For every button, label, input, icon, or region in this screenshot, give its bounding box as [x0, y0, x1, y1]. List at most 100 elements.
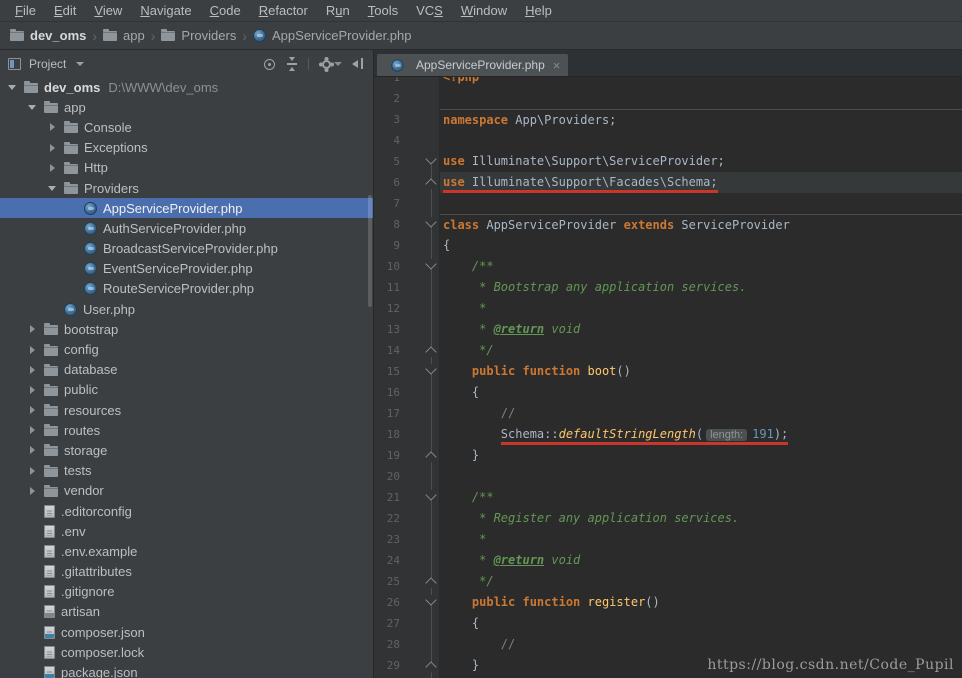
- tree-item-config[interactable]: config: [0, 339, 373, 359]
- tree-expand-arrow-icon[interactable]: [30, 346, 35, 354]
- tree-item-resources[interactable]: resources: [0, 400, 373, 420]
- code-line-9[interactable]: {: [440, 235, 962, 256]
- code-line-11[interactable]: * Bootstrap any application services.: [440, 277, 962, 298]
- tree-expand-arrow-icon[interactable]: [30, 386, 35, 394]
- tree-item-package-json[interactable]: package.json: [0, 662, 373, 678]
- locate-icon[interactable]: [262, 57, 276, 71]
- code-line-14[interactable]: */: [440, 340, 962, 361]
- tree-item-vendor[interactable]: vendor: [0, 481, 373, 501]
- tree-expand-arrow-icon[interactable]: [30, 406, 35, 414]
- menu-view[interactable]: View: [85, 0, 131, 21]
- code-line-29[interactable]: }: [440, 655, 962, 676]
- code-line-21[interactable]: /**: [440, 487, 962, 508]
- tree-item--editorconfig[interactable]: .editorconfig: [0, 501, 373, 521]
- breadcrumb-item[interactable]: Providers: [161, 28, 236, 43]
- fold-region-end-icon[interactable]: [425, 346, 436, 357]
- menu-code[interactable]: Code: [201, 0, 250, 21]
- tree-item--gitignore[interactable]: .gitignore: [0, 582, 373, 602]
- tree-expand-arrow-icon[interactable]: [50, 123, 55, 131]
- fold-region-start-icon[interactable]: [425, 258, 436, 269]
- hide-panel-icon[interactable]: [351, 57, 365, 71]
- tree-item-app[interactable]: app: [0, 97, 373, 117]
- fold-region-start-icon[interactable]: [425, 363, 436, 374]
- menu-help[interactable]: Help: [516, 0, 561, 21]
- breadcrumb-item[interactable]: dev_oms: [10, 28, 86, 43]
- menu-tools[interactable]: Tools: [359, 0, 407, 21]
- code-line-13[interactable]: * @return void: [440, 319, 962, 340]
- code-line-5[interactable]: use Illuminate\Support\ServiceProvider;: [440, 151, 962, 172]
- tree-item-public[interactable]: public: [0, 380, 373, 400]
- tree-item-artisan[interactable]: artisan: [0, 602, 373, 622]
- close-icon[interactable]: ×: [553, 59, 561, 72]
- code-area[interactable]: <?php namespace App\Providers; use Illumin…: [440, 77, 962, 678]
- tree-item-routeserviceprovider-php[interactable]: RouteServiceProvider.php: [0, 279, 373, 299]
- tree-item-user-php[interactable]: User.php: [0, 299, 373, 319]
- code-line-12[interactable]: *: [440, 298, 962, 319]
- code-line-16[interactable]: {: [440, 382, 962, 403]
- tree-collapse-arrow-icon[interactable]: [48, 186, 56, 191]
- menu-file[interactable]: File: [6, 0, 45, 21]
- tree-item-appserviceprovider-php[interactable]: AppServiceProvider.php: [0, 198, 373, 218]
- menu-edit[interactable]: Edit: [45, 0, 85, 21]
- code-line-26[interactable]: public function register(): [440, 592, 962, 613]
- tree-expand-arrow-icon[interactable]: [30, 366, 35, 374]
- menu-navigate[interactable]: Navigate: [131, 0, 200, 21]
- tree-expand-arrow-icon[interactable]: [30, 426, 35, 434]
- editor-tab[interactable]: AppServiceProvider.php ×: [377, 54, 568, 76]
- fold-region-end-icon[interactable]: [425, 451, 436, 462]
- menu-refactor[interactable]: Refactor: [250, 0, 317, 21]
- tree-expand-arrow-icon[interactable]: [30, 446, 35, 454]
- code-line-23[interactable]: *: [440, 529, 962, 550]
- code-line-17[interactable]: //: [440, 403, 962, 424]
- tree-item-http[interactable]: Http: [0, 158, 373, 178]
- code-line-18[interactable]: Schema::defaultStringLength(length:191);: [440, 424, 962, 445]
- code-line-6[interactable]: use Illuminate\Support\Facades\Schema;: [440, 172, 962, 193]
- tree-item-bootstrap[interactable]: bootstrap: [0, 319, 373, 339]
- project-scrollbar-thumb[interactable]: [368, 195, 372, 307]
- chevron-down-icon[interactable]: [76, 62, 84, 66]
- code-line-15[interactable]: public function boot(): [440, 361, 962, 382]
- tree-item--env-example[interactable]: .env.example: [0, 541, 373, 561]
- tree-item-providers[interactable]: Providers: [0, 178, 373, 198]
- tree-expand-arrow-icon[interactable]: [50, 164, 55, 172]
- code-line-20[interactable]: [440, 466, 962, 487]
- fold-region-start-icon[interactable]: [425, 594, 436, 605]
- project-panel-title[interactable]: Project: [29, 57, 66, 71]
- tree-item--gitattributes[interactable]: .gitattributes: [0, 562, 373, 582]
- code-line-3[interactable]: namespace App\Providers;: [440, 109, 962, 130]
- collapse-all-icon[interactable]: [285, 57, 299, 71]
- tree-expand-arrow-icon[interactable]: [50, 144, 55, 152]
- tree-item-console[interactable]: Console: [0, 117, 373, 137]
- code-line-2[interactable]: [440, 88, 962, 109]
- fold-region-start-icon[interactable]: [425, 216, 436, 227]
- code-line-22[interactable]: * Register any application services.: [440, 508, 962, 529]
- code-line-8[interactable]: class AppServiceProvider extends Service…: [440, 214, 962, 235]
- code-line-4[interactable]: [440, 130, 962, 151]
- code-line-24[interactable]: * @return void: [440, 550, 962, 571]
- tree-collapse-arrow-icon[interactable]: [28, 105, 36, 110]
- tree-expand-arrow-icon[interactable]: [30, 325, 35, 333]
- tree-item-composer-json[interactable]: composer.json: [0, 622, 373, 642]
- tree-item-storage[interactable]: storage: [0, 440, 373, 460]
- fold-region-start-icon[interactable]: [425, 153, 436, 164]
- breadcrumb-item[interactable]: AppServiceProvider.php: [253, 28, 411, 43]
- code-line-1[interactable]: <?php: [440, 77, 962, 88]
- tree-item-tests[interactable]: tests: [0, 461, 373, 481]
- tree-expand-arrow-icon[interactable]: [30, 487, 35, 495]
- tree-collapse-arrow-icon[interactable]: [8, 85, 16, 90]
- fold-region-end-icon[interactable]: [425, 661, 436, 672]
- fold-region-end-icon[interactable]: [425, 577, 436, 588]
- tree-item-composer-lock[interactable]: composer.lock: [0, 642, 373, 662]
- tree-item-database[interactable]: database: [0, 360, 373, 380]
- tree-item-authserviceprovider-php[interactable]: AuthServiceProvider.php: [0, 218, 373, 238]
- menu-run[interactable]: Run: [317, 0, 359, 21]
- menu-window[interactable]: Window: [452, 0, 516, 21]
- code-line-28[interactable]: //: [440, 634, 962, 655]
- tree-item-exceptions[interactable]: Exceptions: [0, 138, 373, 158]
- tree-item-routes[interactable]: routes: [0, 420, 373, 440]
- tree-expand-arrow-icon[interactable]: [30, 467, 35, 475]
- code-line-19[interactable]: }: [440, 445, 962, 466]
- code-line-7[interactable]: [440, 193, 962, 214]
- tree-item--env[interactable]: .env: [0, 521, 373, 541]
- breadcrumb-item[interactable]: app: [103, 28, 145, 43]
